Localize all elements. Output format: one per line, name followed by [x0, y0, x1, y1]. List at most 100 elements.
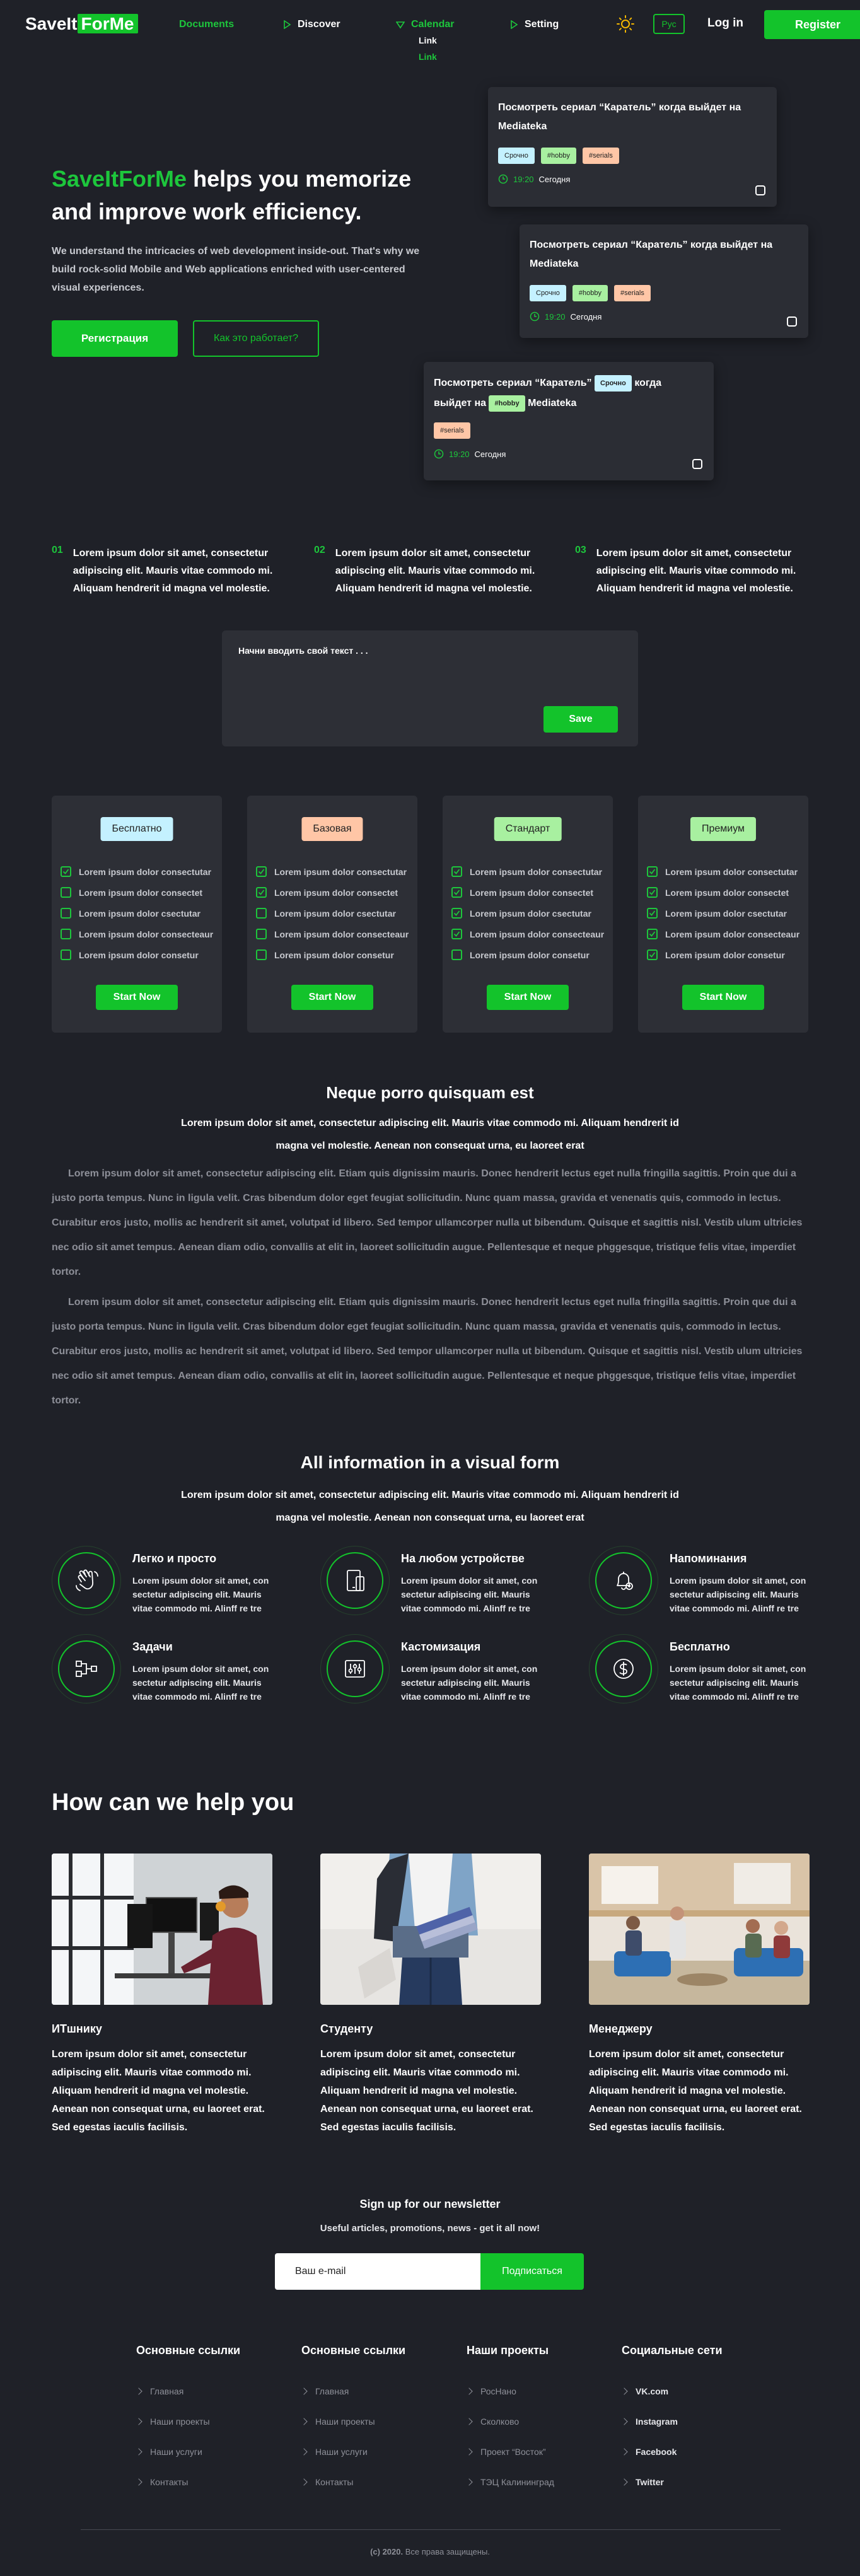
login-link[interactable]: Log in — [707, 16, 743, 30]
feature-title: Напоминания — [670, 1552, 747, 1565]
step-text: Lorem ipsum dolor sit amet, consectetur … — [335, 548, 535, 594]
footer-link[interactable]: Контакты — [135, 2467, 288, 2497]
nav-calendar[interactable]: Calendar — [396, 19, 454, 30]
triangle-down-icon — [396, 21, 405, 29]
task-title: Посмотреть сериал “Каратель” когда выйде… — [530, 240, 773, 269]
email-field[interactable]: Ваш e-mail — [275, 2253, 480, 2290]
calendar-sub-link-2[interactable]: Link — [419, 52, 437, 62]
feature-item: На любом устройстве Lorem ipsum dolor si… — [320, 1546, 560, 1622]
tag-urgent[interactable]: Срочно — [498, 148, 535, 164]
sun-icon[interactable] — [617, 15, 634, 33]
footer-link[interactable]: Facebook — [620, 2437, 773, 2467]
plan-feature-item: Lorem ipsum dolor csectutar — [647, 903, 799, 924]
plan-feature-item: Lorem ipsum dolor consetur — [256, 944, 409, 965]
footer-link[interactable]: Главная — [135, 2376, 288, 2406]
task-time: 19:20 — [513, 174, 534, 184]
checkbox-checked-icon — [451, 929, 462, 939]
plan-feature-list: Lorem ipsum dolor consectutar Lorem ipsum… — [451, 861, 604, 965]
plan-feature-item: Lorem ipsum dolor consecteaur — [647, 924, 799, 944]
help-card[interactable]: Студенту Lorem ipsum dolor sit amet, con… — [320, 1854, 541, 2133]
footer-link[interactable]: Главная — [300, 2376, 453, 2406]
text-input-area[interactable]: Начни вводить свой текст . . . Save — [222, 630, 638, 746]
nav-discover[interactable]: Discover — [282, 19, 340, 30]
language-button[interactable]: Рус — [653, 14, 685, 34]
footer-link[interactable]: Наши услуги — [135, 2437, 288, 2467]
feature-desc: Lorem ipsum dolor sit amet, con sectetur… — [132, 1664, 269, 1702]
footer-link[interactable]: РосНано — [465, 2376, 618, 2406]
nav-documents[interactable]: Documents — [179, 19, 234, 30]
tag-urgent[interactable]: Срочно — [595, 374, 632, 392]
help-card-desc: Lorem ipsum dolor sit amet, consectetur … — [52, 2049, 265, 2133]
feature-desc: Lorem ipsum dolor sit amet, con sectetur… — [670, 1575, 806, 1613]
task-card[interactable]: Посмотреть сериал “Каратель” когда выйде… — [520, 224, 808, 338]
footer-link[interactable]: Наши проекты — [135, 2406, 288, 2437]
tag-urgent[interactable]: Срочно — [530, 285, 566, 301]
nav-setting[interactable]: Setting — [509, 19, 559, 30]
feature-item: Кастомизация Lorem ipsum dolor sit amet,… — [320, 1634, 560, 1710]
footer-link[interactable]: Контакты — [300, 2467, 453, 2497]
task-card[interactable]: Посмотреть сериал “Каратель” когда выйде… — [488, 87, 777, 207]
navbar: SaveIt ForMe Documents Discover Calendar … — [0, 0, 860, 62]
subscribe-button[interactable]: Подписаться — [480, 2253, 584, 2290]
footer-link[interactable]: Наши проекты — [300, 2406, 453, 2437]
plan-name-badge: Базовая — [301, 817, 363, 841]
start-now-button[interactable]: Start Now — [487, 985, 569, 1010]
footer-link[interactable]: VK.com — [620, 2376, 773, 2406]
task-day: Сегодня — [538, 174, 571, 184]
plan-name-badge: Стандарт — [494, 817, 562, 841]
task-checkbox[interactable] — [787, 316, 797, 327]
tag-hobby[interactable]: #hobby — [572, 285, 608, 301]
footer-link[interactable]: Сколково — [465, 2406, 618, 2437]
plan-feature-item: Lorem ipsum dolor consectet — [61, 882, 213, 903]
footer-column: Основные ссылки Главная Наши проекты Наши у… — [135, 2344, 288, 2497]
help-title: How can we help you — [52, 1789, 294, 1816]
newsletter-subtitle: Useful articles, promotions, news - get … — [320, 2223, 540, 2234]
footer-link[interactable]: ТЭЦ Калининград — [465, 2467, 618, 2497]
step-item: 02 Lorem ipsum dolor sit amet, consectet… — [314, 545, 554, 598]
calendar-sub-link-1[interactable]: Link — [419, 35, 437, 45]
help-card-title: ИТшнику — [52, 2022, 102, 2035]
footer-link[interactable]: Наши услуги — [300, 2437, 453, 2467]
feature-desc: Lorem ipsum dolor sit amet, con sectetur… — [670, 1664, 806, 1702]
visual-lead: Lorem ipsum dolor sit amet, consectetur … — [181, 1490, 679, 1523]
feature-item: Бесплатно Lorem ipsum dolor sit amet, co… — [589, 1634, 828, 1710]
checkbox-empty-icon — [61, 929, 71, 939]
logo[interactable]: SaveIt ForMe — [25, 14, 138, 34]
save-button[interactable]: Save — [543, 706, 618, 733]
office-photo — [52, 1854, 272, 2005]
tag-hobby[interactable]: #hobby — [489, 395, 525, 412]
chevron-right-icon — [300, 2448, 308, 2456]
start-now-button[interactable]: Start Now — [682, 985, 764, 1010]
footer-column-title: Социальные сети — [622, 2344, 723, 2357]
plan-feature-item: Lorem ipsum dolor consectet — [647, 882, 799, 903]
tag-serials[interactable]: #serials — [613, 285, 651, 301]
hero-register-button[interactable]: Регистрация — [52, 320, 178, 357]
task-title: Посмотреть сериал “Каратель” Срочно когд… — [434, 373, 704, 414]
play-icon — [284, 20, 291, 29]
article-title: Neque porro quisquam est — [326, 1083, 534, 1102]
footer-link[interactable]: Проект “Восток” — [465, 2437, 618, 2467]
plan-feature-item: Lorem ipsum dolor consecteaur — [61, 924, 213, 944]
how-it-works-button[interactable]: Как это работает? — [193, 320, 319, 357]
tag-hobby[interactable]: #hobby — [540, 148, 576, 164]
help-card[interactable]: ИТшнику Lorem ipsum dolor sit amet, cons… — [52, 1854, 272, 2133]
chevron-right-icon — [465, 2387, 473, 2395]
footer-column-title: Наши проекты — [467, 2344, 549, 2357]
plan-feature-item: Lorem ipsum dolor csectutar — [61, 903, 213, 924]
tag-serials[interactable]: #serials — [582, 148, 619, 164]
tag-serials[interactable]: #serials — [434, 422, 470, 439]
task-checkbox[interactable] — [692, 459, 702, 469]
help-card[interactable]: Менеджеру Lorem ipsum dolor sit amet, co… — [589, 1854, 810, 2133]
pricing-plan-card: Базовая Lorem ipsum dolor consectutar Lore… — [247, 796, 417, 1033]
checkbox-empty-icon — [61, 908, 71, 919]
task-checkbox[interactable] — [755, 185, 765, 195]
start-now-button[interactable]: Start Now — [96, 985, 178, 1010]
register-button[interactable]: Register — [764, 10, 860, 39]
article-paragraph: Lorem ipsum dolor sit amet, consectetur … — [52, 1297, 803, 1406]
feature-title: Бесплатно — [670, 1640, 730, 1653]
task-card[interactable]: Посмотреть сериал “Каратель” Срочно когд… — [424, 362, 714, 480]
clock-icon — [530, 311, 540, 322]
footer-link[interactable]: Instagram — [620, 2406, 773, 2437]
footer-link[interactable]: Twitter — [620, 2467, 773, 2497]
start-now-button[interactable]: Start Now — [291, 985, 373, 1010]
